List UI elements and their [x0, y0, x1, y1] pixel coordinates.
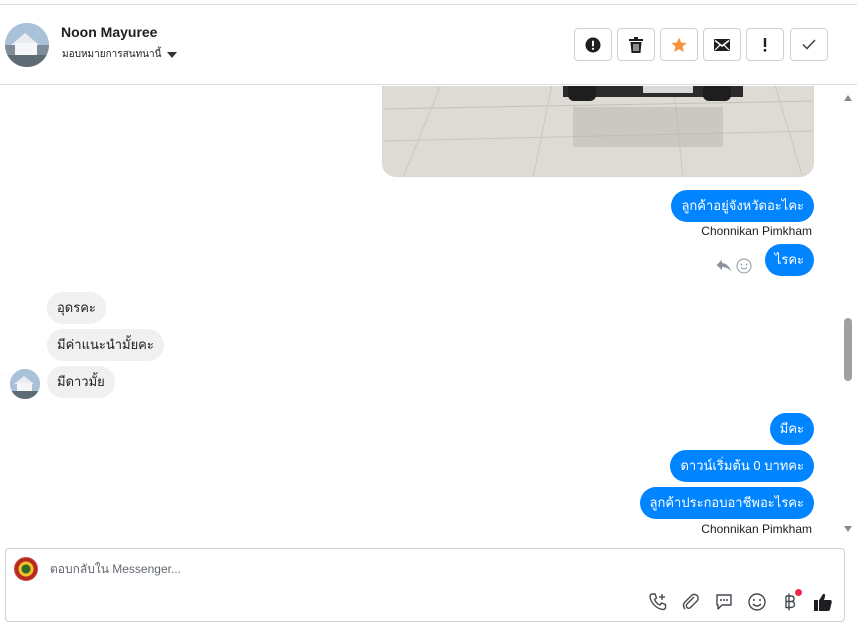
message-thread[interactable]: ลูกค้าอยู่จังหวัดอะไคะ Chonnikan Pimkham…	[0, 86, 857, 543]
star-button[interactable]	[660, 28, 698, 61]
contact-avatar[interactable]	[5, 23, 49, 67]
scroll-down-arrow-icon[interactable]	[843, 525, 853, 533]
chat-bubble-icon	[716, 594, 732, 610]
payment-button[interactable]	[779, 589, 802, 613]
outgoing-message[interactable]: มีคะ	[769, 413, 814, 445]
message-actions	[716, 258, 752, 274]
outgoing-message[interactable]: ลูกค้าอยู่จังหวัดอะไคะ	[671, 190, 814, 222]
paperclip-icon	[682, 593, 699, 610]
reply-composer	[5, 548, 845, 622]
scroll-up-arrow-icon[interactable]	[843, 94, 853, 102]
conversation-actions	[574, 28, 828, 61]
notification-dot	[795, 589, 802, 596]
incoming-message[interactable]: มีค่าแนะนำมั้ยคะ	[47, 329, 164, 361]
assign-label: มอบหมายการสนทนานี้	[62, 49, 162, 60]
message-sender: Chonnikan Pimkham	[701, 224, 812, 238]
messenger-inbox-panel: Noon Mayuree มอบหมายการสนทนานี้ ลูกค้าอย…	[0, 4, 857, 629]
incoming-message[interactable]: อุดรคะ	[47, 292, 106, 324]
outgoing-message[interactable]: ไรคะ	[764, 244, 814, 276]
thumbs-up-icon	[814, 593, 832, 611]
mark-unread-button[interactable]	[703, 28, 741, 61]
trash-icon	[629, 36, 643, 53]
outgoing-message[interactable]: ดาวน์เริ่มต้น 0 บาทคะ	[670, 450, 814, 482]
call-button[interactable]	[647, 591, 669, 613]
scrollbar-thumb[interactable]	[844, 318, 852, 381]
exclamation-icon	[763, 37, 767, 52]
star-icon	[671, 37, 687, 52]
saved-replies-button[interactable]	[713, 591, 735, 613]
assign-conversation-dropdown[interactable]: มอบหมายการสนทนานี้	[62, 47, 178, 62]
contact-avatar-small	[10, 369, 40, 399]
baht-icon	[785, 593, 796, 611]
contact-name[interactable]: Noon Mayuree	[61, 24, 157, 40]
envelope-icon	[714, 38, 730, 51]
composer-tools	[647, 589, 834, 613]
delete-button[interactable]	[617, 28, 655, 61]
exclamation-circle-icon	[585, 37, 601, 52]
react-smiley-icon[interactable]	[736, 258, 752, 274]
smiley-icon	[748, 593, 766, 611]
emoji-button[interactable]	[746, 591, 768, 613]
reply-input[interactable]	[50, 562, 750, 576]
phone-plus-icon	[649, 593, 667, 611]
mark-spam-button[interactable]	[574, 28, 612, 61]
incoming-message[interactable]: มีดาวมั้ย	[47, 366, 115, 398]
caret-down-icon	[167, 52, 178, 58]
like-button[interactable]	[812, 591, 834, 613]
outgoing-message[interactable]: ลูกค้าประกอบอาชีพอะไรคะ	[639, 487, 814, 519]
reply-icon[interactable]	[716, 259, 732, 273]
follow-up-button[interactable]	[746, 28, 784, 61]
attach-button[interactable]	[680, 591, 702, 613]
check-icon	[802, 39, 816, 50]
message-sender: Chonnikan Pimkham	[701, 522, 812, 536]
conversation-header: Noon Mayuree มอบหมายการสนทนานี้	[0, 5, 857, 85]
page-avatar	[14, 557, 38, 581]
mark-done-button[interactable]	[790, 28, 828, 61]
shared-photo-message[interactable]	[382, 86, 814, 177]
